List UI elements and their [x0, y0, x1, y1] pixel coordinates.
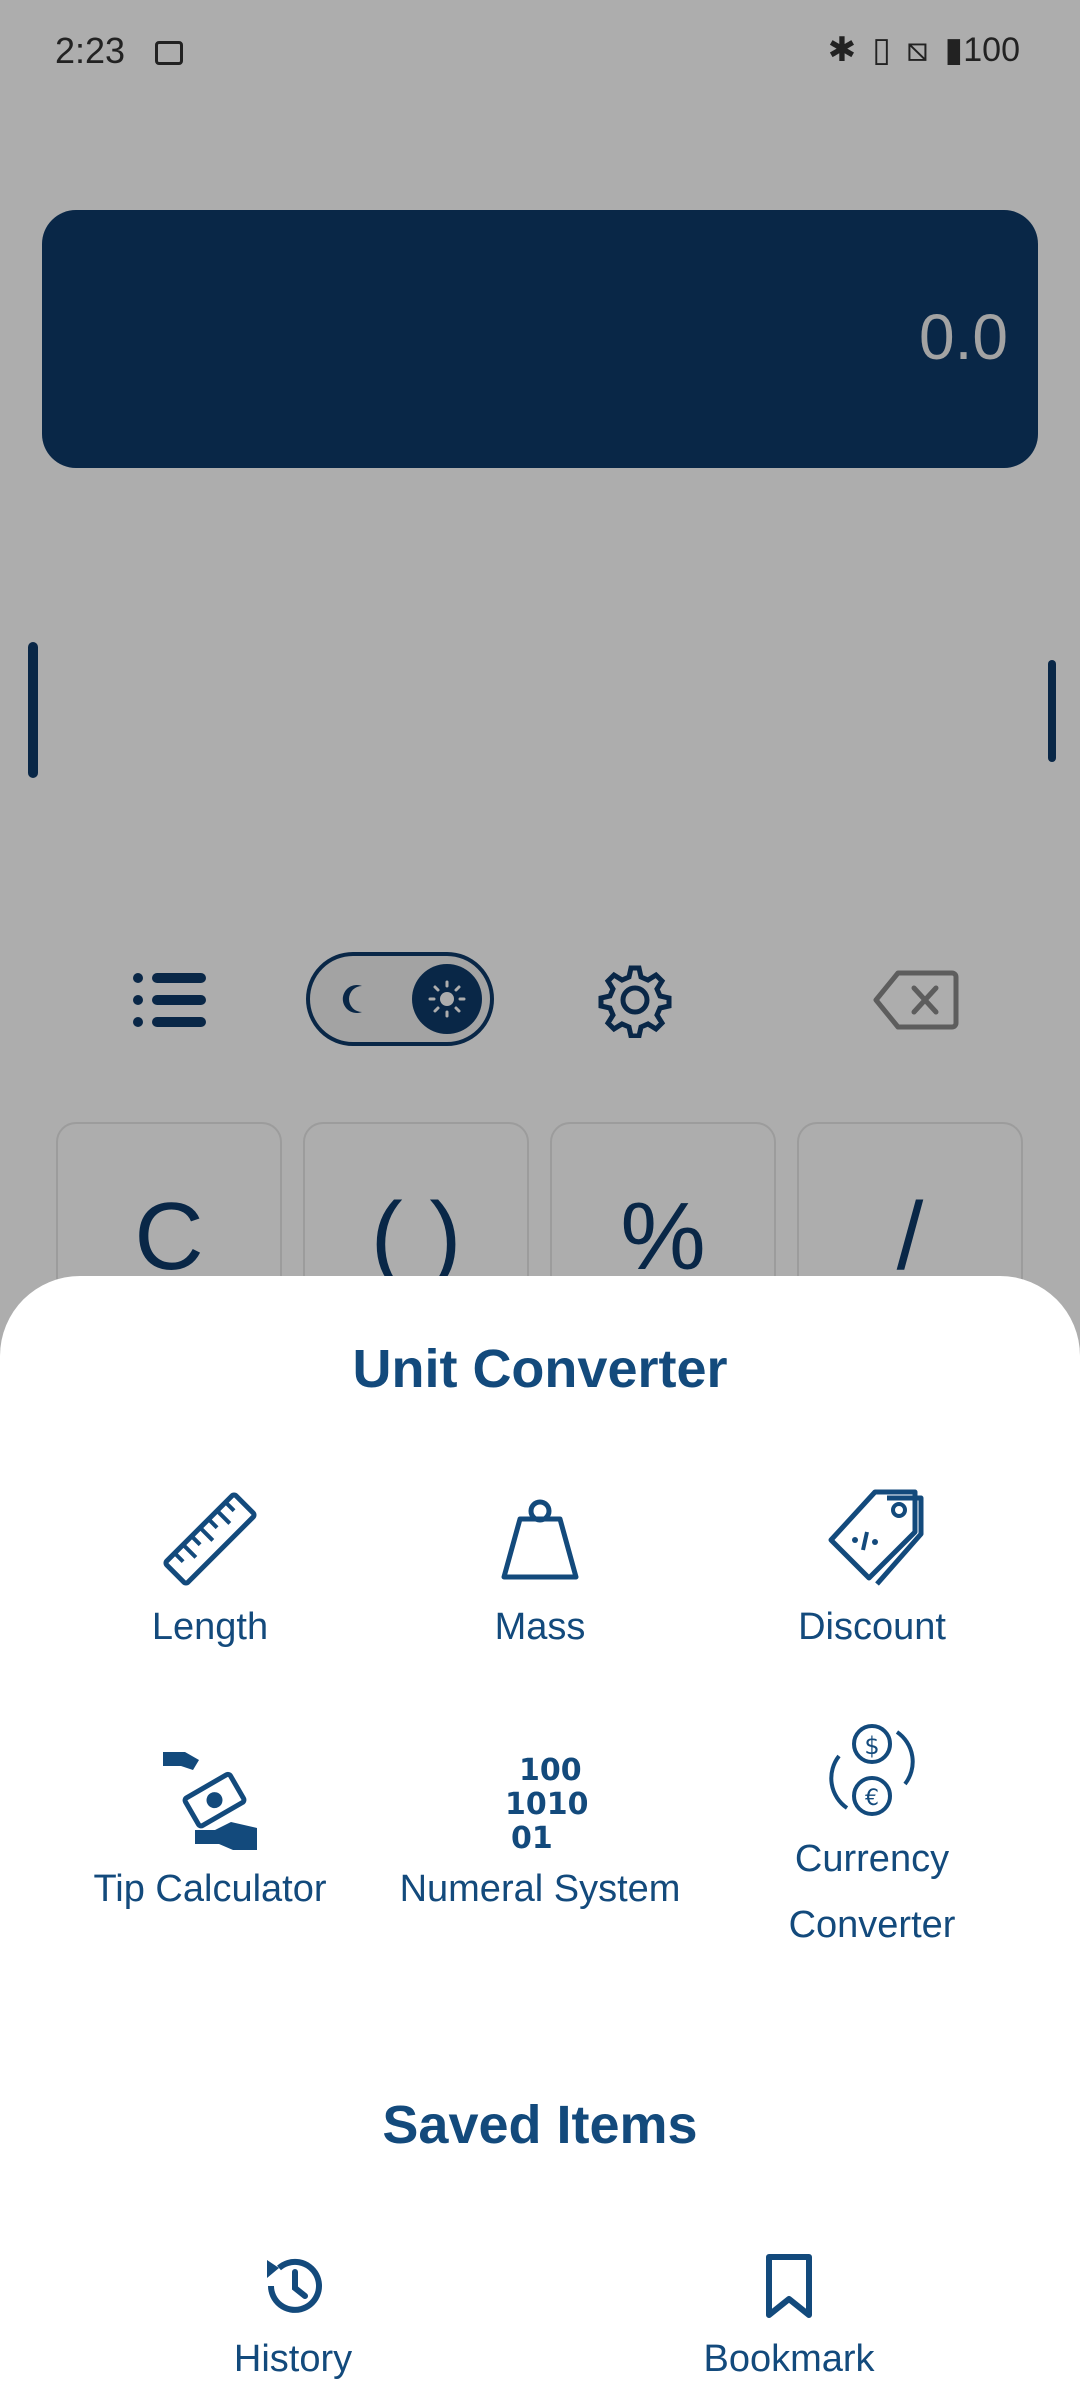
numeral-system-option[interactable]: 100 1010 01 Numeral System [375, 1746, 705, 1922]
currency-converter-label: Currency Converter [788, 1838, 956, 1946]
currency-converter-option[interactable]: $ € Currency Converter [707, 1716, 1037, 1958]
money-hand-icon [45, 1746, 375, 1856]
numeral-system-label: Numeral System [399, 1868, 681, 1910]
binary-icon: 100 1010 01 [375, 1746, 705, 1856]
saved-items-title: Saved Items [382, 2095, 698, 2155]
currency-exchange-icon: $ € [707, 1716, 1037, 1826]
history-label: History [233, 2338, 353, 2380]
battery-icon: ▮100 [944, 31, 1020, 69]
history-option[interactable]: History [128, 2246, 458, 2392]
length-label: Length [151, 1606, 269, 1648]
discount-option[interactable]: Discount [707, 1484, 1037, 1660]
ruler-icon [45, 1484, 375, 1594]
discount-label: Discount [798, 1606, 946, 1648]
status-bar: 2:23 ✱ ▯ ⧅ ▮100 [0, 0, 1080, 104]
mass-label: Mass [494, 1606, 586, 1648]
notification-icon [155, 41, 184, 66]
status-time: 2:23 [55, 30, 184, 72]
price-tag-icon [707, 1484, 1037, 1594]
svg-text:$: $ [864, 1732, 879, 1760]
bookmark-icon [624, 2246, 954, 2326]
mass-option[interactable]: Mass [375, 1484, 705, 1660]
svg-text:01: 01 [511, 1821, 553, 1856]
svg-text:1010: 1010 [505, 1787, 589, 1822]
bookmark-option[interactable]: Bookmark [624, 2246, 954, 2392]
tip-calculator-label: Tip Calculator [93, 1868, 327, 1910]
svg-text:100: 100 [519, 1753, 582, 1788]
history-icon [128, 2246, 458, 2326]
tip-calculator-option[interactable]: Tip Calculator [45, 1746, 375, 1922]
unit-converter-title: Unit Converter [352, 1339, 728, 1399]
weight-icon [375, 1484, 705, 1594]
bottom-sheet: Unit Converter Length Mass Discount Tip … [0, 1276, 1080, 2400]
no-sim-icon: ⧅ [906, 30, 929, 69]
vibrate-icon: ▯ [872, 31, 891, 69]
svg-text:€: € [865, 1786, 879, 1811]
bookmark-label: Bookmark [703, 2338, 875, 2380]
length-option[interactable]: Length [45, 1484, 375, 1660]
bluetooth-icon: ✱ [827, 31, 857, 69]
